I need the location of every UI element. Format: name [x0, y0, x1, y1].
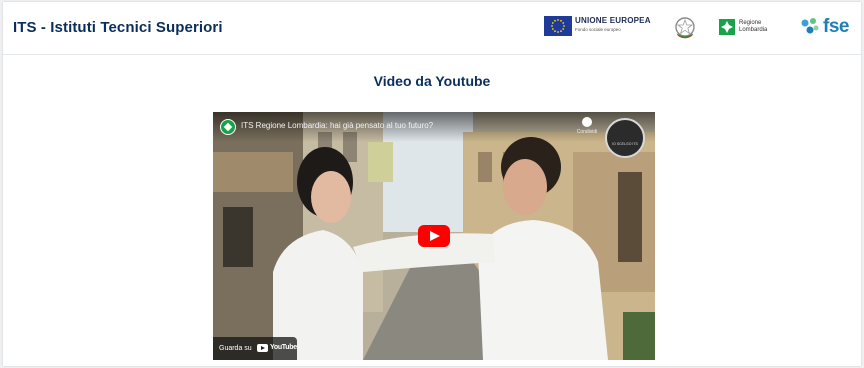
eu-logo-subtitle: Fondo sociale europeo — [575, 27, 621, 32]
fse-leaf-icon — [801, 18, 819, 34]
site-title[interactable]: ITS - Istituti Tecnici Superiori — [13, 19, 223, 36]
share-icon — [582, 117, 592, 127]
video-title-bar: ITS Regione Lombardia: hai già pensato a… — [213, 112, 655, 158]
channel-avatar[interactable] — [220, 119, 236, 135]
page-frame: ITS - Istituti Tecnici Superiori UNIONE … — [3, 2, 861, 366]
regione-lombardia-logo: Regione Lombardia — [719, 17, 781, 39]
eu-flag-icon — [544, 16, 572, 36]
eu-logo: UNIONE EUROPEA Fondo sociale europeo — [544, 15, 659, 41]
watch-on-youtube-button[interactable]: Guarda su YouTube — [213, 337, 297, 360]
youtube-wordmark: YouTube — [270, 344, 297, 351]
section-title: Video da Youtube — [373, 73, 491, 89]
youtube-embed[interactable]: ITS Regione Lombardia: hai già pensato a… — [213, 112, 655, 360]
fse-wordmark: fse — [823, 16, 849, 37]
youtube-play-icon — [257, 344, 268, 352]
site-header: ITS - Istituti Tecnici Superiori UNIONE … — [3, 2, 861, 55]
play-button[interactable] — [418, 225, 450, 247]
lombardia-rose-icon — [719, 19, 735, 35]
lombardia-label: Regione Lombardia — [739, 20, 768, 33]
eu-logo-title: UNIONE EUROPEA — [575, 16, 651, 25]
share-label: Condividi — [576, 129, 598, 135]
watch-on-label: Guarda su — [219, 345, 252, 352]
italian-republic-emblem-icon — [674, 15, 696, 41]
video-title[interactable]: ITS Regione Lombardia: hai già pensato a… — [241, 121, 433, 130]
fse-logo: fse — [799, 14, 857, 42]
share-button[interactable]: Condividi — [569, 117, 605, 135]
channel-badge-text: Io scelgo ITS — [612, 142, 638, 146]
channel-badge: Io scelgo ITS — [605, 118, 645, 158]
